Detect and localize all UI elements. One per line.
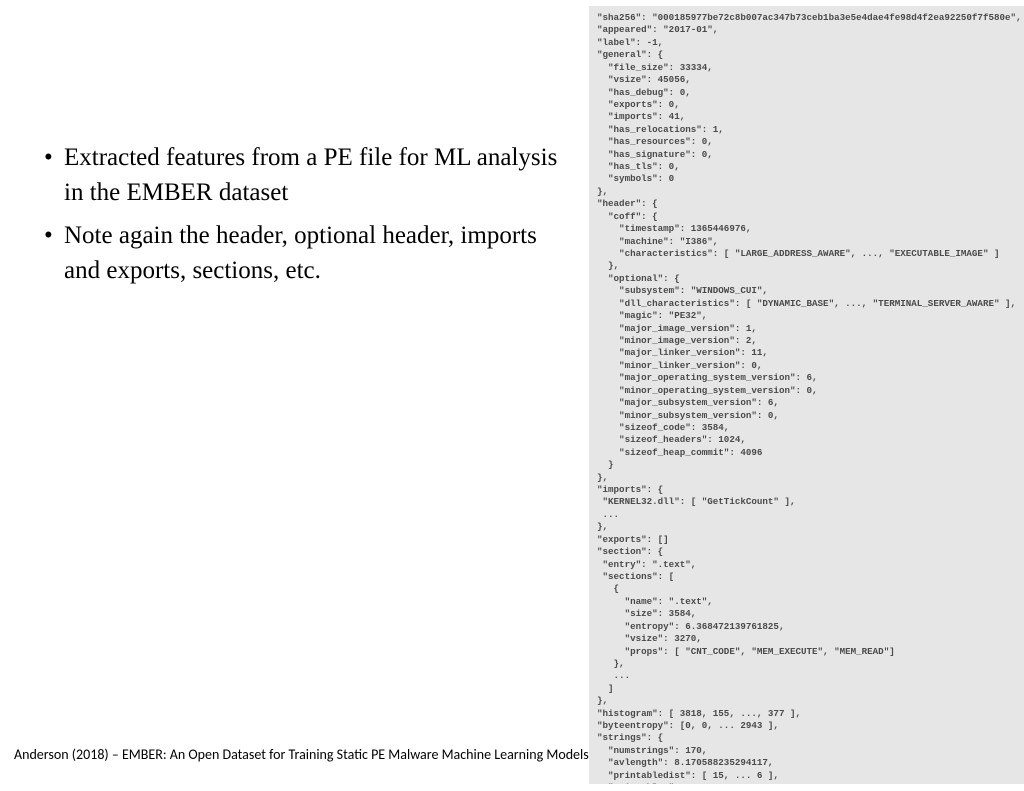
citation-text: Anderson (2018) – EMBER: An Open Dataset… — [14, 746, 589, 763]
slide-content-left: Extracted features from a PE file for ML… — [40, 140, 560, 296]
code-sample: "sha256": "000185977be72c8b007ac347b73ce… — [597, 12, 1016, 784]
bullet-item: Extracted features from a PE file for ML… — [40, 140, 560, 210]
code-panel: "sha256": "000185977be72c8b007ac347b73ce… — [589, 6, 1024, 784]
bullet-item: Note again the header, optional header, … — [40, 218, 560, 288]
bullet-list: Extracted features from a PE file for ML… — [40, 140, 560, 288]
